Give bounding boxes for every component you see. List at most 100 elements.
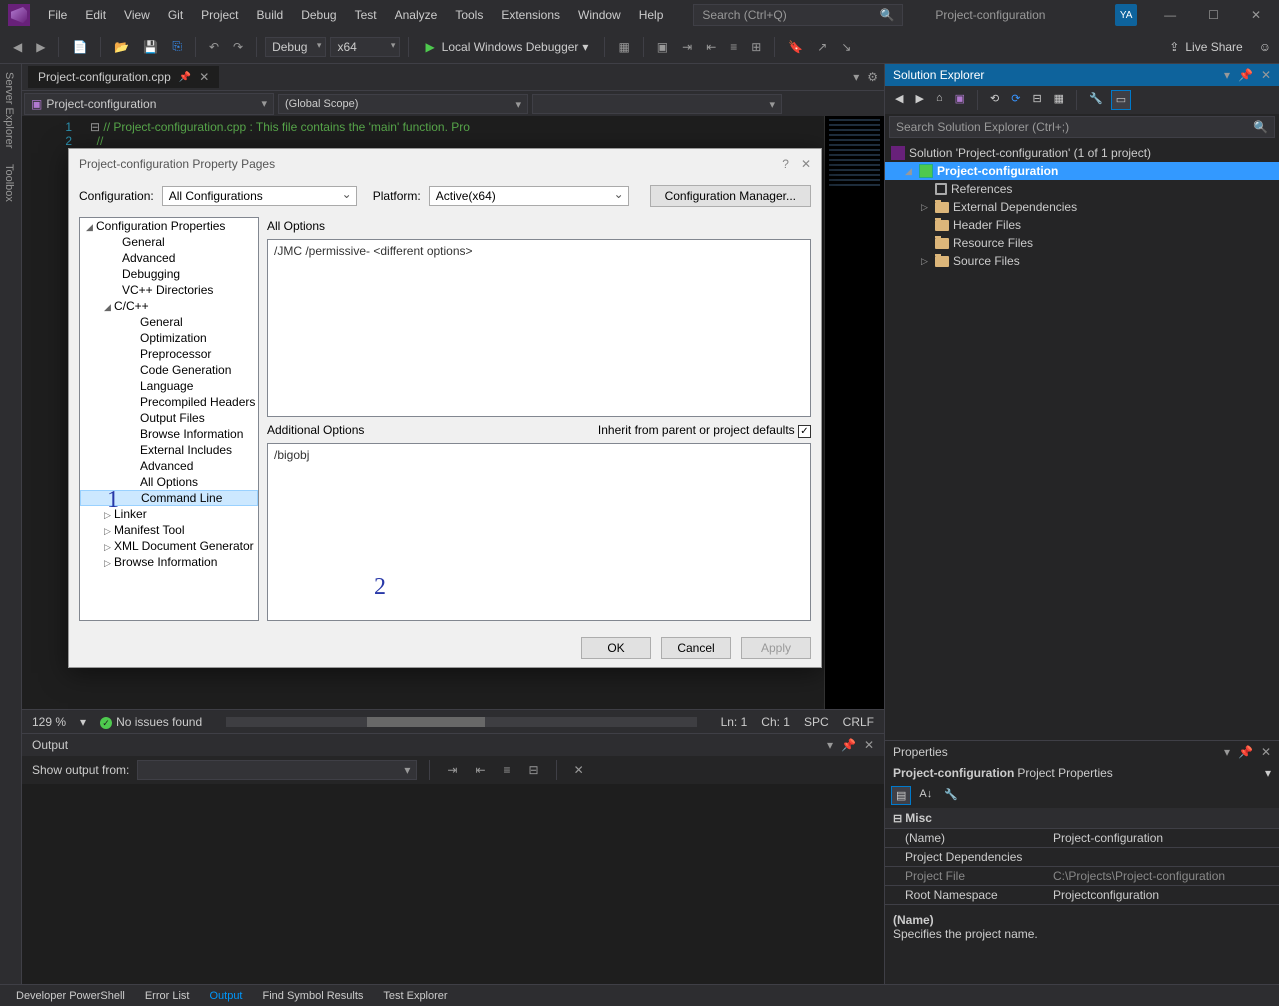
se-home-icon[interactable]: ⌂ xyxy=(932,90,947,110)
menu-file[interactable]: File xyxy=(40,4,75,26)
tree-cpp-language[interactable]: Language xyxy=(80,378,258,394)
tree-vcdirs[interactable]: VC++ Directories xyxy=(80,282,258,298)
props-categorized-icon[interactable]: ▤ xyxy=(891,786,911,805)
nav-member-select[interactable] xyxy=(532,94,782,114)
zoom-level[interactable]: 129 % xyxy=(32,715,66,729)
menu-window[interactable]: Window xyxy=(570,4,629,26)
server-explorer-tab[interactable]: Server Explorer xyxy=(0,64,18,156)
tree-cpp-browseinfo[interactable]: Browse Information xyxy=(80,426,258,442)
props-pages-icon[interactable]: 🔧 xyxy=(940,786,962,805)
se-collapse-icon[interactable]: ⊟ xyxy=(1028,90,1045,110)
tab-errorlist[interactable]: Error List xyxy=(137,988,198,1004)
se-search-input[interactable]: Search Solution Explorer (Ctrl+;) 🔍 xyxy=(889,116,1275,138)
nav-fwd-icon[interactable]: ▶ xyxy=(31,37,50,57)
se-showall-icon[interactable]: ▦ xyxy=(1050,90,1068,110)
inherit-checkbox[interactable]: ✓ xyxy=(798,425,811,438)
tree-cpp-advanced[interactable]: Advanced xyxy=(80,458,258,474)
output-body[interactable] xyxy=(22,784,884,984)
tb-icon-7[interactable]: ↗ xyxy=(812,37,832,57)
all-options-textarea[interactable]: /JMC /permissive- <different options> xyxy=(267,239,811,417)
nav-back-icon[interactable]: ◀ xyxy=(8,37,27,57)
menu-build[interactable]: Build xyxy=(249,4,292,26)
external-deps-node[interactable]: ▷ External Dependencies xyxy=(885,198,1279,216)
se-back-icon[interactable]: ◀ xyxy=(891,90,907,110)
file-tab[interactable]: Project-configuration.cpp 📌 ✕ xyxy=(28,66,219,88)
resource-files-node[interactable]: Resource Files xyxy=(885,234,1279,252)
global-search-input[interactable]: Search (Ctrl+Q) 🔍 xyxy=(693,4,903,26)
property-tree[interactable]: ◢Configuration Properties General Advanc… xyxy=(79,217,259,621)
eol-indicator[interactable]: CRLF xyxy=(843,715,874,729)
tree-manifest[interactable]: ▷Manifest Tool xyxy=(80,522,258,538)
menu-extensions[interactable]: Extensions xyxy=(493,4,568,26)
config-manager-button[interactable]: Configuration Manager... xyxy=(650,185,811,207)
props-close-icon[interactable]: ✕ xyxy=(1261,745,1271,759)
tree-cpp-outputfiles[interactable]: Output Files xyxy=(80,410,258,426)
tb-icon-8[interactable]: ↘ xyxy=(836,37,856,57)
menu-edit[interactable]: Edit xyxy=(77,4,114,26)
bookmark-icon[interactable]: 🔖 xyxy=(783,37,808,57)
props-category[interactable]: ⊟ Misc xyxy=(885,808,1279,828)
header-files-node[interactable]: Header Files xyxy=(885,216,1279,234)
menu-tools[interactable]: Tools xyxy=(447,4,491,26)
nav-scope-select[interactable]: (Global Scope) xyxy=(278,94,528,114)
se-refresh-icon[interactable]: ⟳ xyxy=(1007,90,1024,110)
tb-icon-6[interactable]: ⊞ xyxy=(746,37,766,57)
tree-cpp-codegen[interactable]: Code Generation xyxy=(80,362,258,378)
se-sync-icon[interactable]: ⟲ xyxy=(986,90,1003,110)
tab-findsymbol[interactable]: Find Symbol Results xyxy=(255,988,372,1004)
open-icon[interactable]: 📂 xyxy=(109,37,134,57)
additional-options-textarea[interactable]: /bigobj xyxy=(267,443,811,621)
se-preview-icon[interactable]: ▭ xyxy=(1111,90,1131,110)
tab-powershell[interactable]: Developer PowerShell xyxy=(8,988,133,1004)
out-clear-icon[interactable]: ✕ xyxy=(569,760,589,780)
props-alpha-icon[interactable]: A↓ xyxy=(915,786,936,805)
tree-root[interactable]: ◢Configuration Properties xyxy=(80,218,258,234)
config-select[interactable]: Debug xyxy=(265,37,326,57)
tree-cpp-general[interactable]: General xyxy=(80,314,258,330)
menu-debug[interactable]: Debug xyxy=(293,4,344,26)
new-item-icon[interactable]: 📄 xyxy=(67,37,92,57)
save-icon[interactable]: 💾 xyxy=(138,37,163,57)
issues-status[interactable]: No issues found xyxy=(100,715,202,729)
source-files-node[interactable]: ▷ Source Files xyxy=(885,252,1279,270)
prop-row-name[interactable]: (Name)Project-configuration xyxy=(885,828,1279,847)
config-select-dialog[interactable]: All Configurations xyxy=(162,186,357,206)
references-node[interactable]: References xyxy=(885,180,1279,198)
save-all-icon[interactable]: ⎘ xyxy=(167,36,187,57)
undo-icon[interactable]: ↶ xyxy=(204,37,224,57)
tab-testexplorer[interactable]: Test Explorer xyxy=(375,988,455,1004)
tree-cpp-preprocessor[interactable]: Preprocessor xyxy=(80,346,258,362)
tree-cpp-optimization[interactable]: Optimization xyxy=(80,330,258,346)
minimize-button[interactable]: — xyxy=(1154,4,1186,26)
tb-icon-2[interactable]: ▣ xyxy=(652,37,673,57)
live-share-button[interactable]: ⇪ Live Share ☺ xyxy=(1169,40,1271,54)
start-debugger-button[interactable]: Local Windows Debugger ▾ xyxy=(417,37,596,57)
prop-row-namespace[interactable]: Root NamespaceProjectconfiguration xyxy=(885,885,1279,904)
output-close-icon[interactable]: ✕ xyxy=(864,738,874,752)
se-switch-icon[interactable]: ▣ xyxy=(951,90,969,110)
maximize-button[interactable]: ☐ xyxy=(1198,4,1229,26)
project-node[interactable]: ◢ Project-configuration xyxy=(885,162,1279,180)
user-avatar[interactable]: YA xyxy=(1115,4,1137,26)
tree-general[interactable]: General xyxy=(80,234,258,250)
menu-project[interactable]: Project xyxy=(193,4,246,26)
gear-icon[interactable]: ⚙ xyxy=(867,70,878,84)
tree-debugging[interactable]: Debugging xyxy=(80,266,258,282)
solution-node[interactable]: Solution 'Project-configuration' (1 of 1… xyxy=(885,144,1279,162)
tab-close-icon[interactable]: ✕ xyxy=(199,70,209,84)
pin-icon[interactable]: 📌 xyxy=(179,72,191,83)
tree-advanced[interactable]: Advanced xyxy=(80,250,258,266)
se-dropdown-icon[interactable]: ▾ xyxy=(1224,68,1230,82)
tb-icon-1[interactable]: ▦ xyxy=(613,37,634,57)
tb-icon-5[interactable]: ≡ xyxy=(725,37,742,57)
menu-help[interactable]: Help xyxy=(631,4,672,26)
out-icon-1[interactable]: ⇥ xyxy=(442,760,462,780)
close-button[interactable]: ✕ xyxy=(1241,4,1271,26)
output-source-select[interactable] xyxy=(137,760,417,780)
tree-browseinfo2[interactable]: ▷Browse Information xyxy=(80,554,258,570)
menu-test[interactable]: Test xyxy=(347,4,385,26)
nav-project-select[interactable]: ▣Project-configuration xyxy=(24,93,274,115)
out-icon-3[interactable]: ≡ xyxy=(499,760,516,780)
output-pin-icon[interactable]: 📌 xyxy=(841,738,856,752)
out-icon-2[interactable]: ⇤ xyxy=(470,760,490,780)
